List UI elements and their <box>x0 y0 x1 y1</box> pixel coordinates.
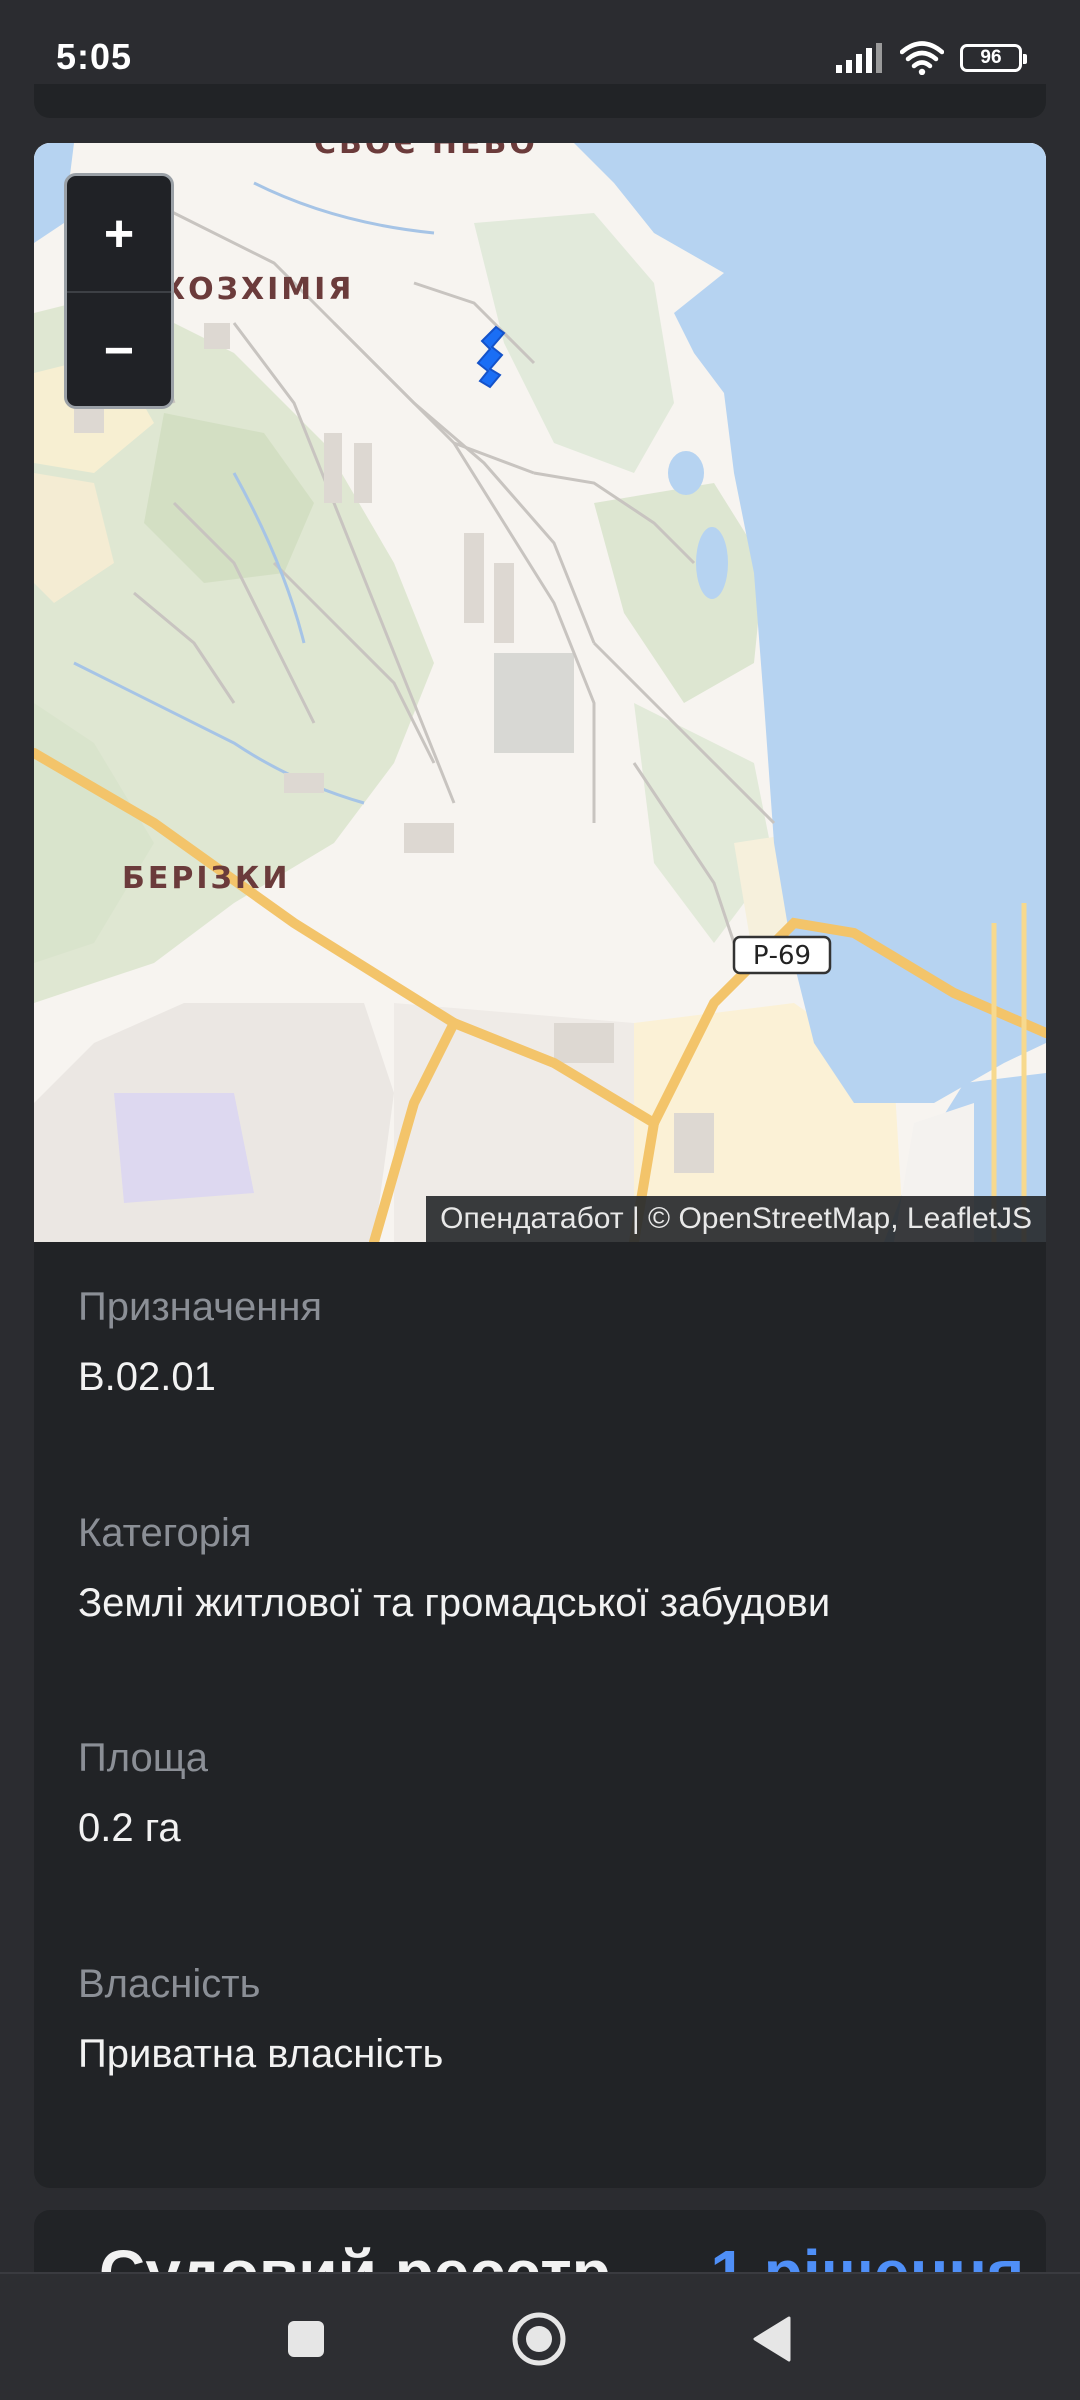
zoom-in-button[interactable]: + <box>67 176 171 293</box>
road-shield-label: Р-69 <box>753 941 811 971</box>
battery-level: 96 <box>980 47 1002 68</box>
map-tiles[interactable]: СВОЄ НЕБО ХОЗХІМІЯ БЕРІЗКИ Р-69 <box>34 143 1046 1242</box>
zoom-control: + − <box>64 173 174 409</box>
status-icons: 96 <box>836 40 1027 76</box>
map-label-chemistry: ХОЗХІМІЯ <box>162 272 354 307</box>
home-circle-icon[interactable] <box>504 2304 574 2374</box>
map-label-berizky: БЕРІЗКИ <box>122 861 290 896</box>
detail-value: В.02.01 <box>78 1355 216 1399</box>
system-nav-bar <box>0 2272 1080 2400</box>
detail-label: Категорія <box>78 1511 252 1555</box>
status-bar: 5:05 96 <box>0 0 1080 92</box>
screen: 5:05 96 СВОЄ НЕБО ХОЗХІМІЯ БЕРІЗКИ Р-69 … <box>0 0 1080 2400</box>
detail-label: Власність <box>78 1962 261 2006</box>
detail-category: Категорія Землі житлової та громадської … <box>78 1509 830 1627</box>
parcel-map[interactable]: СВОЄ НЕБО ХОЗХІМІЯ БЕРІЗКИ Р-69 + − Опен… <box>34 143 1046 1242</box>
detail-ownership: Власність Приватна власність <box>78 1960 443 2078</box>
status-time: 5:05 <box>56 36 133 77</box>
battery-icon: 96 <box>960 44 1027 72</box>
map-attribution[interactable]: Опендатабот | © OpenStreetMap, LeafletJS <box>426 1196 1046 1242</box>
recents-square-icon[interactable] <box>271 2304 341 2374</box>
detail-label: Площа <box>78 1736 208 1780</box>
detail-label: Призначення <box>78 1285 323 1329</box>
map-label-top: СВОЄ НЕБО <box>314 143 538 161</box>
parcel-card: СВОЄ НЕБО ХОЗХІМІЯ БЕРІЗКИ Р-69 + − Опен… <box>34 143 1046 2188</box>
previous-card <box>34 84 1046 118</box>
detail-purpose: Призначення В.02.01 <box>78 1283 322 1401</box>
wifi-icon <box>900 41 944 75</box>
detail-value: Землі житлової та громадської забудови <box>78 1581 831 1625</box>
back-triangle-icon[interactable] <box>738 2304 808 2374</box>
signal-icon <box>836 43 882 73</box>
detail-value: 0.2 га <box>78 1806 181 1850</box>
zoom-out-button[interactable]: − <box>67 293 171 406</box>
detail-value: Приватна власність <box>78 2032 444 2076</box>
detail-area: Площа 0.2 га <box>78 1734 208 1852</box>
